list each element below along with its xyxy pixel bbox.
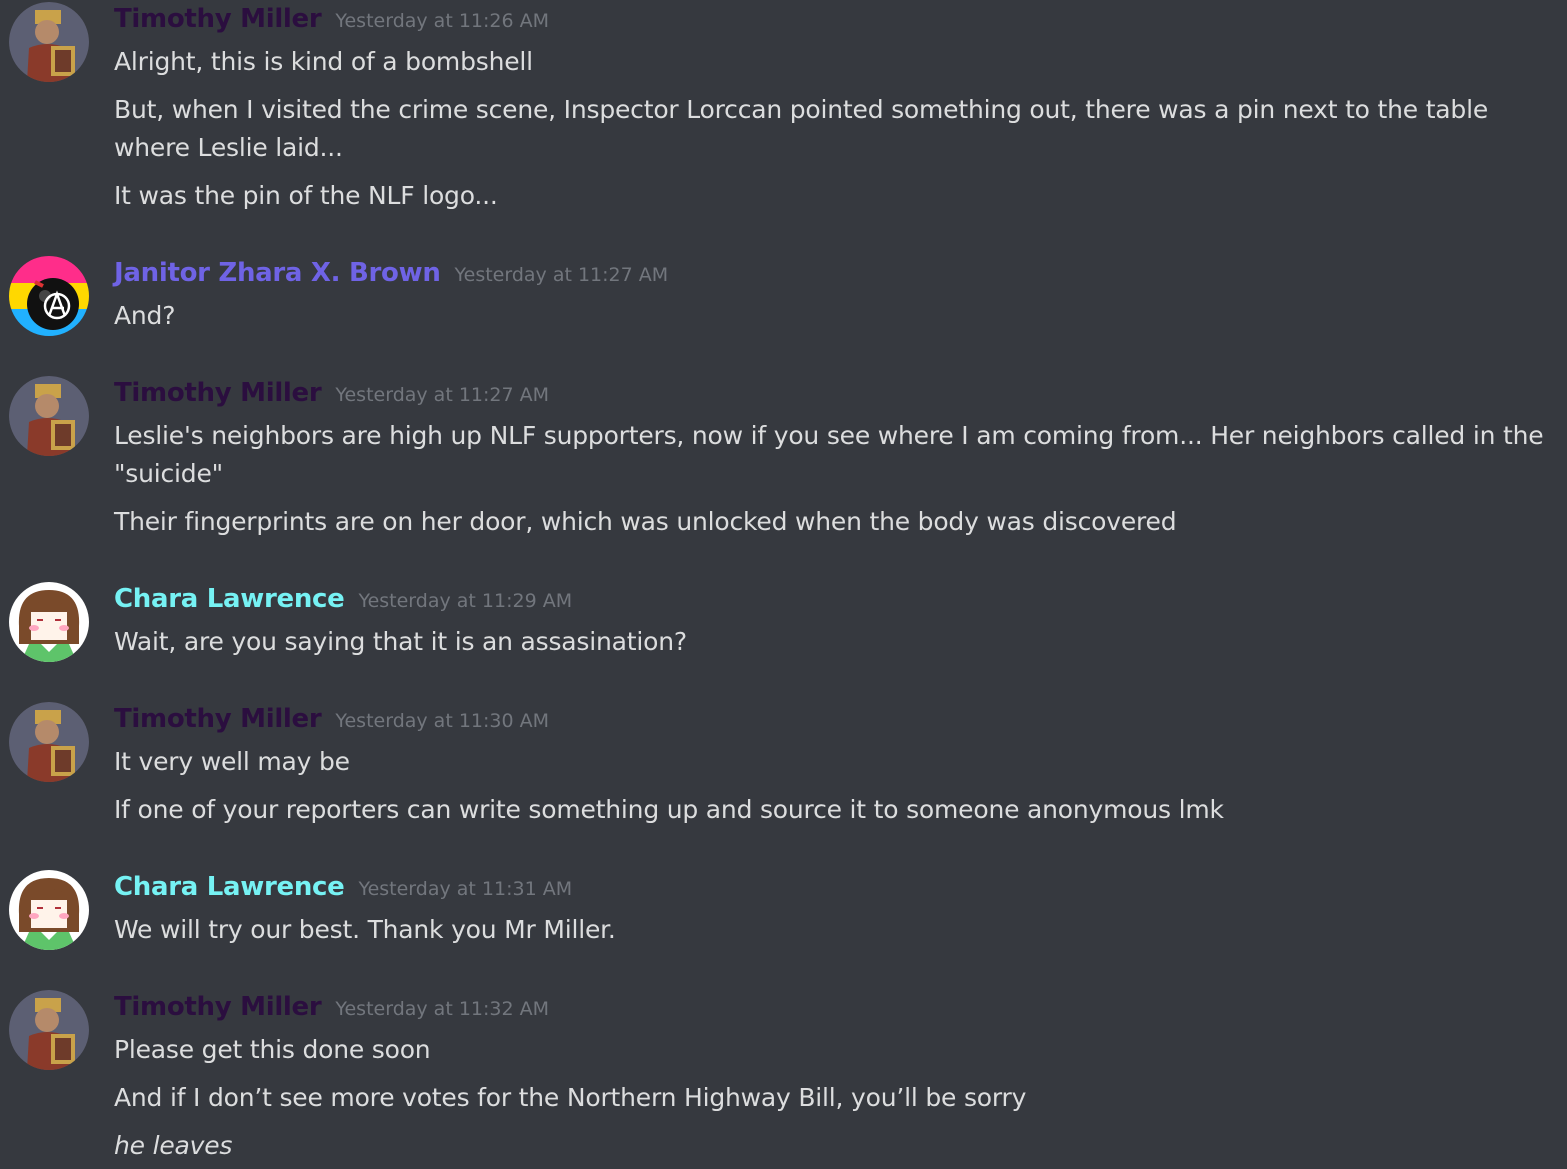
message-text: Their fingerprints are on her door, whic… bbox=[114, 507, 1177, 536]
chara-avatar-icon[interactable] bbox=[9, 870, 89, 950]
anarchy-bomb-avatar-icon[interactable] bbox=[9, 256, 89, 336]
message-text: he leaves bbox=[114, 1131, 233, 1160]
message-text: It was the pin of the NLF logo... bbox=[114, 181, 498, 210]
message-timestamp: Yesterday at 11:31 AM bbox=[358, 878, 573, 900]
message-timestamp: Yesterday at 11:27 AM bbox=[454, 264, 669, 286]
knight-avatar-icon[interactable] bbox=[9, 702, 89, 782]
knight-avatar-icon[interactable] bbox=[9, 990, 89, 1070]
chat-message-list: Timothy Miller Yesterday at 11:26 AM Alri… bbox=[0, 0, 1567, 1169]
message-timestamp: Yesterday at 11:32 AM bbox=[335, 998, 549, 1020]
message-text: And if I don’t see more votes for the No… bbox=[114, 1083, 1027, 1112]
chara-avatar-icon[interactable] bbox=[9, 582, 89, 662]
message-text: It very well may be bbox=[114, 747, 350, 776]
author-name[interactable]: Janitor Zhara X. Brown bbox=[114, 258, 441, 288]
message-text: But, when I visited the crime scene, Ins… bbox=[114, 95, 1489, 162]
message-text: Leslie's neighbors are high up NLF suppo… bbox=[114, 421, 1544, 488]
knight-avatar-icon[interactable] bbox=[9, 2, 89, 82]
author-name[interactable]: Chara Lawrence bbox=[114, 584, 345, 614]
message-text: We will try our best. Thank you Mr Mille… bbox=[114, 915, 616, 944]
message-text: Alright, this is kind of a bombshell bbox=[114, 47, 533, 76]
message-text: Wait, are you saying that it is an assas… bbox=[114, 627, 687, 656]
message-text: If one of your reporters can write somet… bbox=[114, 795, 1224, 824]
author-name[interactable]: Timothy Miller bbox=[114, 992, 322, 1022]
message-timestamp: Yesterday at 11:29 AM bbox=[358, 590, 573, 612]
message-text: Please get this done soon bbox=[114, 1035, 431, 1064]
author-name[interactable]: Timothy Miller bbox=[114, 704, 322, 734]
message-timestamp: Yesterday at 11:26 AM bbox=[335, 10, 549, 32]
message-timestamp: Yesterday at 11:27 AM bbox=[335, 384, 549, 406]
author-name[interactable]: Chara Lawrence bbox=[114, 872, 345, 902]
message-timestamp: Yesterday at 11:30 AM bbox=[335, 710, 549, 732]
message-text: And? bbox=[114, 301, 176, 330]
author-name[interactable]: Timothy Miller bbox=[114, 4, 322, 34]
knight-avatar-icon[interactable] bbox=[9, 376, 89, 456]
author-name[interactable]: Timothy Miller bbox=[114, 378, 322, 408]
